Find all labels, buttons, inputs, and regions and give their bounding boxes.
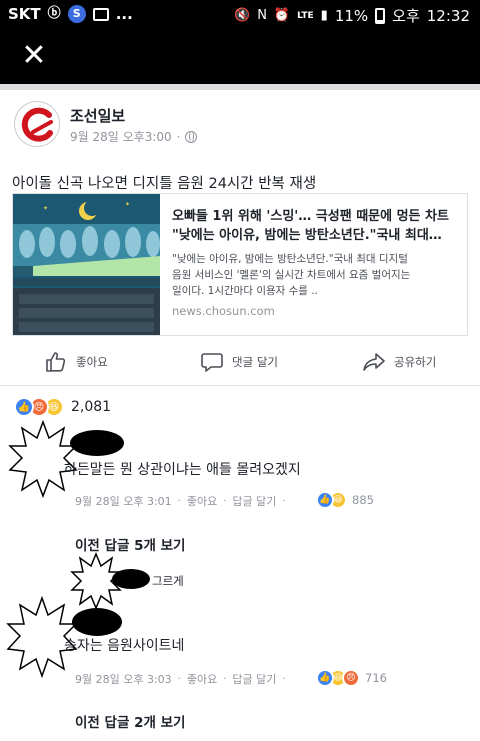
post-text: 아이돌 신곡 나오면 디지틀 음원 24시간 반복 재생 bbox=[12, 176, 317, 192]
comment-time[interactable]: 9월 28일 오후 3:01 bbox=[75, 493, 172, 509]
close-button[interactable]: ✕ bbox=[18, 40, 50, 72]
comment-button[interactable]: 댓글 달기 bbox=[200, 344, 278, 380]
comment-like-button[interactable]: 좋아요 bbox=[187, 493, 217, 509]
actions-divider bbox=[0, 385, 480, 386]
reply-preview-text: 그르게 bbox=[152, 574, 184, 588]
comment-reply-button[interactable]: 답글 달기 bbox=[232, 493, 276, 509]
share-label: 공유하기 bbox=[394, 355, 437, 369]
comment-reaction-count: 885 bbox=[352, 493, 374, 507]
link-title-line: 오빠들 1위 위해 '스밍'… 극성팬 때문에 멍든 차트 bbox=[172, 209, 449, 224]
battery-icon bbox=[375, 7, 386, 24]
comment-reaction-count: 716 bbox=[365, 671, 387, 685]
comment-reactions[interactable]: 👍 😆 😠 716 bbox=[316, 669, 387, 687]
like-label: 좋아요 bbox=[76, 355, 108, 369]
thumbnail-illustration: ✦ ✦ bbox=[13, 194, 160, 335]
comment-text: 하든말든 뭔 상관이냐는 애들 몰려오겠지 bbox=[64, 462, 301, 478]
svg-text:✦: ✦ bbox=[125, 201, 130, 208]
share-icon bbox=[363, 353, 385, 371]
clock: 12:32 bbox=[426, 6, 470, 25]
like-reaction-icon: 👍 bbox=[316, 669, 334, 687]
link-desc-line: 음원 서비스인 '멜론'의 실시간 차트에서 요즘 벌어지는 bbox=[172, 269, 411, 281]
like-button[interactable]: 좋아요 bbox=[44, 344, 108, 380]
see-previous-replies[interactable]: 이전 답글 5개 보기 bbox=[75, 534, 185, 554]
top-bar: ✕ bbox=[0, 30, 480, 84]
redacted-commenter-name bbox=[70, 430, 124, 456]
svg-text:✦: ✦ bbox=[43, 205, 48, 212]
reaction-count: 2,081 bbox=[71, 399, 112, 415]
comment-meta: 9월 28일 오후 3:03 · 좋아요 · 답글 달기 · bbox=[75, 671, 286, 687]
comment-icon bbox=[201, 353, 223, 372]
meta-separator: · bbox=[177, 673, 181, 685]
close-icon: ✕ bbox=[21, 38, 47, 73]
meta-separator: · bbox=[223, 495, 227, 507]
like-reaction-icon: 👍 bbox=[14, 397, 34, 417]
see-previous-replies[interactable]: 이전 답글 2개 보기 bbox=[75, 711, 185, 731]
nfc-icon: N bbox=[257, 7, 267, 23]
link-desc-line: 일이다. 1시간마다 이용자 수를 .. bbox=[172, 285, 318, 297]
link-domain: news.chosun.com bbox=[172, 304, 275, 318]
meta-separator: · bbox=[282, 495, 286, 507]
meta-separator: · bbox=[282, 673, 286, 685]
post-meta: 9월 28일 오후3:00 · bbox=[70, 128, 198, 145]
comment-text: 승자는 음원사이트네 bbox=[64, 638, 185, 654]
redacted-reply-name bbox=[112, 569, 150, 589]
comment-time[interactable]: 9월 28일 오후 3:03 bbox=[75, 671, 172, 687]
share-button[interactable]: 공유하기 bbox=[362, 344, 436, 380]
mute-icon: 🔇 bbox=[234, 7, 251, 23]
meta-separator: · bbox=[223, 673, 227, 685]
carrier-b-icon: ⓑ bbox=[47, 6, 61, 21]
status-bar-left: SKT ⓑ S ... bbox=[8, 5, 133, 23]
comment-reply-button[interactable]: 답글 달기 bbox=[232, 671, 276, 687]
status-bar-right: 🔇 N ⏰ LTE ▮ 11% 오후 12:32 bbox=[234, 5, 470, 26]
comment-reactions[interactable]: 👍 😆 885 bbox=[316, 491, 374, 509]
post-timestamp[interactable]: 9월 28일 오후3:00 bbox=[70, 128, 172, 145]
comment-label: 댓글 달기 bbox=[232, 355, 278, 369]
post-actions: 좋아요 댓글 달기 공유하기 bbox=[0, 344, 480, 380]
reactions-summary[interactable]: 👍 😠 😆 2,081 bbox=[14, 397, 111, 417]
more-notifications-icon: ... bbox=[115, 5, 133, 23]
comment-meta: 9월 28일 오후 3:01 · 좋아요 · 답글 달기 · bbox=[75, 493, 286, 509]
signal-icon: ▮ bbox=[320, 7, 328, 23]
thumbs-up-icon bbox=[46, 352, 66, 372]
redacted-commenter-name bbox=[72, 608, 122, 636]
chosun-logo-icon bbox=[16, 103, 59, 146]
link-thumbnail: ✦ ✦ bbox=[13, 194, 160, 335]
section-divider bbox=[0, 84, 480, 90]
page-name[interactable]: 조선일보 bbox=[70, 105, 125, 126]
link-desc-line: "낮에는 아이유, 밤에는 방탄소년단."국내 최대 디지털 bbox=[172, 253, 408, 265]
link-preview-card[interactable]: ✦ ✦ 오빠들 1위 위해 '스밍'… 극성팬 때문에 멍든 차트 "낮에는 아… bbox=[12, 193, 468, 336]
globe-icon bbox=[185, 130, 198, 143]
link-title-line: "낮에는 아이유, 밤에는 방탄소년단."국내 최대… bbox=[172, 228, 442, 243]
link-description: "낮에는 아이유, 밤에는 방탄소년단."국내 최대 디지털 음원 서비스인 '… bbox=[172, 251, 462, 299]
carrier-label: SKT bbox=[8, 5, 41, 23]
comment-like-button[interactable]: 좋아요 bbox=[187, 671, 217, 687]
image-notification-icon bbox=[92, 7, 109, 21]
like-reaction-icon: 👍 bbox=[316, 491, 334, 509]
meta-separator: · bbox=[176, 129, 181, 144]
page-avatar[interactable] bbox=[14, 101, 60, 147]
alarm-icon: ⏰ bbox=[273, 7, 291, 23]
angry-reaction-icon: 😠 bbox=[342, 669, 360, 687]
battery-percent: 11% bbox=[334, 6, 369, 25]
network-type-label: LTE bbox=[297, 10, 314, 21]
link-title: 오빠들 1위 위해 '스밍'… 극성팬 때문에 멍든 차트 "낮에는 아이유, … bbox=[172, 207, 462, 245]
meta-separator: · bbox=[177, 495, 181, 507]
status-bar: SKT ⓑ S ... 🔇 N ⏰ LTE ▮ 11% 오후 12:32 bbox=[0, 0, 480, 30]
time-period: 오후 bbox=[392, 7, 420, 25]
s-app-icon: S bbox=[67, 5, 86, 23]
